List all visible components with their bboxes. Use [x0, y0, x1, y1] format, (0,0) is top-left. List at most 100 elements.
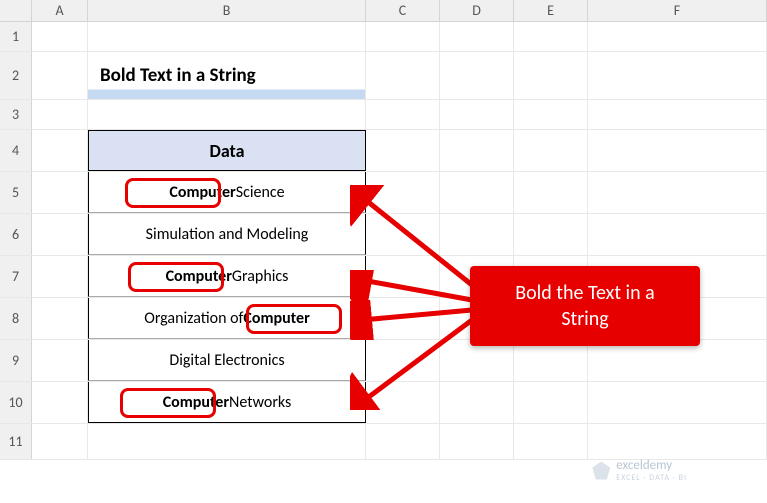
row-10: 10 Computer Networks: [0, 382, 767, 424]
col-header-B[interactable]: B: [88, 0, 366, 21]
cell-C9[interactable]: [366, 340, 440, 381]
cell-B3[interactable]: [88, 100, 366, 129]
cell-C2[interactable]: [366, 52, 440, 99]
cell-A10[interactable]: [32, 382, 88, 423]
col-header-A[interactable]: A: [32, 0, 88, 21]
cell-C1[interactable]: [366, 22, 440, 51]
text-prefix: Organization of: [144, 309, 243, 328]
bold-text: Computer: [169, 183, 235, 202]
cell-E5[interactable]: [514, 172, 588, 213]
cell-E10[interactable]: [514, 382, 588, 423]
cell-F2[interactable]: [588, 52, 767, 99]
row-header-6[interactable]: 6: [0, 214, 32, 255]
callout-line1: Bold the Text in a: [515, 281, 654, 305]
col-header-F[interactable]: F: [588, 0, 767, 21]
row-3: 3: [0, 100, 767, 130]
cell-D11[interactable]: [440, 424, 514, 459]
watermark-icon: [592, 462, 610, 480]
cell-C10[interactable]: [366, 382, 440, 423]
cell-F1[interactable]: [588, 22, 767, 51]
cell-E6[interactable]: [514, 214, 588, 255]
row-header-11[interactable]: 11: [0, 424, 32, 459]
bold-text: Computer: [243, 309, 309, 328]
cell-F5[interactable]: [588, 172, 767, 213]
row-2: 2 Bold Text in a String: [0, 52, 767, 100]
row-6: 6 Simulation and Modeling: [0, 214, 767, 256]
cell-C4[interactable]: [366, 130, 440, 171]
cell-F11[interactable]: [588, 424, 767, 459]
col-header-C[interactable]: C: [366, 0, 440, 21]
cell-C6[interactable]: [366, 214, 440, 255]
cell-D10[interactable]: [440, 382, 514, 423]
cell-F6[interactable]: [588, 214, 767, 255]
data-header-cell[interactable]: Data: [88, 130, 366, 171]
cell-A1[interactable]: [32, 22, 88, 51]
cell-C8[interactable]: [366, 298, 440, 339]
row-9: 9 Digital Electronics: [0, 340, 767, 382]
cell-A4[interactable]: [32, 130, 88, 171]
col-header-E[interactable]: E: [514, 0, 588, 21]
cell-D3[interactable]: [440, 100, 514, 129]
cell-E1[interactable]: [514, 22, 588, 51]
callout-line2: String: [561, 307, 608, 331]
cell-B11[interactable]: [88, 424, 366, 459]
cell-F3[interactable]: [588, 100, 767, 129]
spreadsheet-grid: A B C D E F 1 2 Bold Text in a String 3 …: [0, 0, 767, 503]
row-header-8[interactable]: 8: [0, 298, 32, 339]
watermark: exceldemy EXCEL · DATA · BI: [592, 458, 687, 483]
title-cell[interactable]: Bold Text in a String: [88, 52, 366, 99]
cell-B1[interactable]: [88, 22, 366, 51]
cell-F9[interactable]: [588, 340, 767, 381]
data-cell-3[interactable]: Organization of Computer: [88, 298, 366, 339]
text-prefix: Simulation and Modeling: [146, 225, 309, 244]
cell-A7[interactable]: [32, 256, 88, 297]
text-prefix: Digital Electronics: [169, 351, 284, 370]
cell-D4[interactable]: [440, 130, 514, 171]
col-header-D[interactable]: D: [440, 0, 514, 21]
cell-E11[interactable]: [514, 424, 588, 459]
cell-D1[interactable]: [440, 22, 514, 51]
cell-A9[interactable]: [32, 340, 88, 381]
cell-C5[interactable]: [366, 172, 440, 213]
row-header-7[interactable]: 7: [0, 256, 32, 297]
text-suffix: Graphics: [232, 267, 289, 286]
cell-F4[interactable]: [588, 130, 767, 171]
row-1: 1: [0, 22, 767, 52]
cell-A11[interactable]: [32, 424, 88, 459]
cell-D9[interactable]: [440, 340, 514, 381]
watermark-text: exceldemy: [616, 458, 672, 473]
cell-C3[interactable]: [366, 100, 440, 129]
cell-E2[interactable]: [514, 52, 588, 99]
cell-E9[interactable]: [514, 340, 588, 381]
watermark-subtext: EXCEL · DATA · BI: [616, 473, 687, 483]
bold-text: Computer: [163, 393, 229, 412]
cell-A6[interactable]: [32, 214, 88, 255]
cell-A3[interactable]: [32, 100, 88, 129]
row-header-2[interactable]: 2: [0, 52, 32, 99]
data-cell-5[interactable]: Computer Networks: [88, 382, 366, 423]
cell-A5[interactable]: [32, 172, 88, 213]
data-cell-1[interactable]: Simulation and Modeling: [88, 214, 366, 255]
cell-E3[interactable]: [514, 100, 588, 129]
cell-A2[interactable]: [32, 52, 88, 99]
cell-E4[interactable]: [514, 130, 588, 171]
callout-box: Bold the Text in a String: [470, 266, 700, 346]
cell-F10[interactable]: [588, 382, 767, 423]
row-header-4[interactable]: 4: [0, 130, 32, 171]
data-cell-2[interactable]: Computer Graphics: [88, 256, 366, 297]
row-header-10[interactable]: 10: [0, 382, 32, 423]
row-header-9[interactable]: 9: [0, 340, 32, 381]
bold-text: Computer: [166, 267, 232, 286]
cell-C11[interactable]: [366, 424, 440, 459]
select-all-corner[interactable]: [0, 0, 32, 21]
data-cell-0[interactable]: Computer Science: [88, 172, 366, 213]
row-header-5[interactable]: 5: [0, 172, 32, 213]
row-header-3[interactable]: 3: [0, 100, 32, 129]
cell-D2[interactable]: [440, 52, 514, 99]
cell-A8[interactable]: [32, 298, 88, 339]
data-cell-4[interactable]: Digital Electronics: [88, 340, 366, 381]
cell-D6[interactable]: [440, 214, 514, 255]
cell-D5[interactable]: [440, 172, 514, 213]
cell-C7[interactable]: [366, 256, 440, 297]
row-header-1[interactable]: 1: [0, 22, 32, 51]
